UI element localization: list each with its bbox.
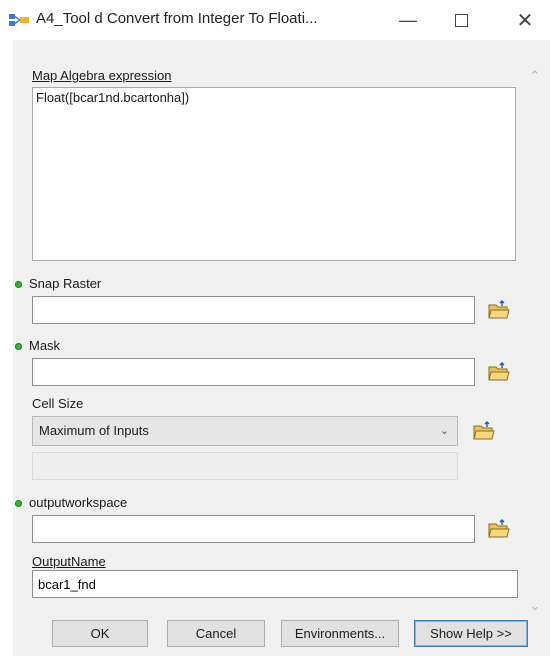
open-folder-icon — [488, 362, 510, 381]
chevron-down-icon: ⌄ — [439, 425, 449, 437]
output-name-label: OutputName — [32, 554, 106, 569]
required-indicator-icon — [15, 343, 22, 350]
cancel-button[interactable]: Cancel — [167, 620, 265, 647]
cell-size-browse-button[interactable] — [470, 417, 498, 445]
cell-size-value-field — [32, 452, 458, 480]
cell-size-selected-value: Maximum of Inputs — [39, 423, 149, 438]
show-help-button[interactable]: Show Help >> — [414, 620, 528, 647]
title-bar: A4_Tool d Convert from Integer To Floati… — [0, 0, 550, 40]
snap-raster-label: Snap Raster — [29, 276, 102, 291]
close-button[interactable]: ✕ — [505, 6, 545, 34]
open-folder-icon — [473, 421, 495, 440]
ok-button[interactable]: OK — [52, 620, 148, 647]
output-workspace-input[interactable] — [32, 515, 475, 543]
modelbuilder-tool-icon — [9, 14, 29, 26]
window-title: A4_Tool d Convert from Integer To Floati… — [36, 10, 318, 27]
output-workspace-label: outputworkspace — [29, 495, 128, 510]
scroll-down-icon[interactable]: ⌄ — [529, 599, 541, 612]
required-indicator-icon — [15, 500, 22, 507]
environments-button[interactable]: Environments... — [281, 620, 399, 647]
map-algebra-label: Map Algebra expression — [32, 68, 172, 83]
mask-input[interactable] — [32, 358, 475, 386]
open-folder-icon — [488, 300, 510, 319]
mask-browse-button[interactable] — [485, 358, 513, 386]
mask-label: Mask — [29, 338, 61, 353]
minimize-button[interactable]: — — [388, 6, 428, 34]
vertical-scrollbar[interactable]: ⌃ ⌄ — [521, 40, 550, 630]
cell-size-label: Cell Size — [32, 396, 84, 411]
output-name-input[interactable] — [32, 570, 518, 598]
maximize-button[interactable] — [441, 6, 481, 34]
snap-raster-browse-button[interactable] — [485, 296, 513, 324]
output-workspace-browse-button[interactable] — [485, 515, 513, 543]
open-folder-icon — [488, 519, 510, 538]
cell-size-dropdown[interactable]: Maximum of Inputs ⌄ — [32, 416, 458, 446]
required-indicator-icon — [15, 281, 22, 288]
maximize-icon — [454, 13, 468, 27]
snap-raster-input[interactable] — [32, 296, 475, 324]
map-algebra-expression-field[interactable]: Float([bcar1nd.bcartonha]) — [32, 87, 516, 261]
scroll-up-icon[interactable]: ⌃ — [529, 69, 541, 82]
